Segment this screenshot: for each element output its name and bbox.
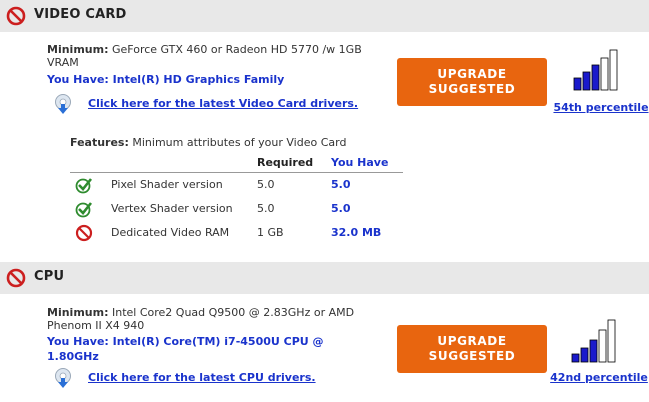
feature-required: 5.0	[257, 202, 275, 215]
minimum-requirement: Minimum: GeForce GTX 460 or Radeon HD 57…	[47, 43, 387, 69]
percentile-link[interactable]: 54th percentile	[546, 101, 649, 114]
minimum-requirement: Minimum: Intel Core2 Quad Q9500 @ 2.83GH…	[47, 306, 387, 332]
feature-required: 1 GB	[257, 226, 284, 239]
cpu-driver-link[interactable]: Click here for the latest CPU drivers.	[88, 371, 316, 384]
you-have-text: You Have: Intel(R) Core(TM) i7-4500U CPU…	[47, 335, 324, 363]
fail-icon	[75, 224, 93, 242]
feature-have: 5.0	[331, 178, 351, 191]
features-desc: Minimum attributes of your Video Card	[132, 136, 347, 149]
percentile-link[interactable]: 42nd percentile	[544, 371, 649, 384]
feature-name: Vertex Shader version	[111, 202, 233, 215]
percentile-bars-icon	[571, 319, 616, 363]
features-label: Features: Minimum attributes of your Vid…	[70, 136, 346, 149]
video-driver-link[interactable]: Click here for the latest Video Card dri…	[88, 97, 358, 110]
upgrade-label: UPGRADE	[437, 67, 507, 81]
cpu-header: CPU	[0, 262, 649, 294]
required-header: Required	[257, 156, 314, 169]
section-title: VIDEO CARD	[34, 7, 127, 22]
feature-row: Vertex Shader version 5.0 5.0	[70, 198, 403, 220]
feature-have: 32.0 MB	[331, 226, 382, 239]
minimum-label: Minimum:	[47, 43, 109, 56]
percentile-graph: 54th percentile	[546, 48, 649, 114]
table-divider	[70, 172, 403, 173]
download-icon[interactable]	[52, 93, 74, 115]
video-card-header: VIDEO CARD	[0, 0, 649, 32]
upgrade-label: UPGRADE	[437, 334, 507, 348]
upgrade-suggested-button[interactable]: UPGRADE SUGGESTED	[397, 325, 547, 373]
you-have-header: You Have	[331, 156, 389, 169]
features-title: Features:	[70, 136, 129, 149]
suggested-label: SUGGESTED	[428, 349, 516, 363]
feature-name: Dedicated Video RAM	[111, 226, 230, 239]
feature-required: 5.0	[257, 178, 275, 191]
percentile-graph: 42nd percentile	[544, 318, 649, 384]
percentile-bars-icon	[573, 49, 618, 91]
upgrade-suggested-button[interactable]: UPGRADE SUGGESTED	[397, 58, 547, 106]
download-icon[interactable]	[52, 367, 74, 389]
feature-name: Pixel Shader version	[111, 178, 223, 191]
check-icon	[75, 202, 93, 218]
feature-row: Pixel Shader version 5.0 5.0	[70, 174, 403, 196]
fail-icon	[6, 268, 26, 288]
feature-row: Dedicated Video RAM 1 GB 32.0 MB	[70, 222, 403, 244]
fail-icon	[6, 6, 26, 26]
feature-have: 5.0	[331, 202, 351, 215]
check-icon	[75, 178, 93, 194]
suggested-label: SUGGESTED	[428, 82, 516, 96]
you-have-text: You Have: Intel(R) HD Graphics Family	[47, 73, 285, 86]
section-title: CPU	[34, 269, 65, 284]
minimum-label: Minimum:	[47, 306, 109, 319]
